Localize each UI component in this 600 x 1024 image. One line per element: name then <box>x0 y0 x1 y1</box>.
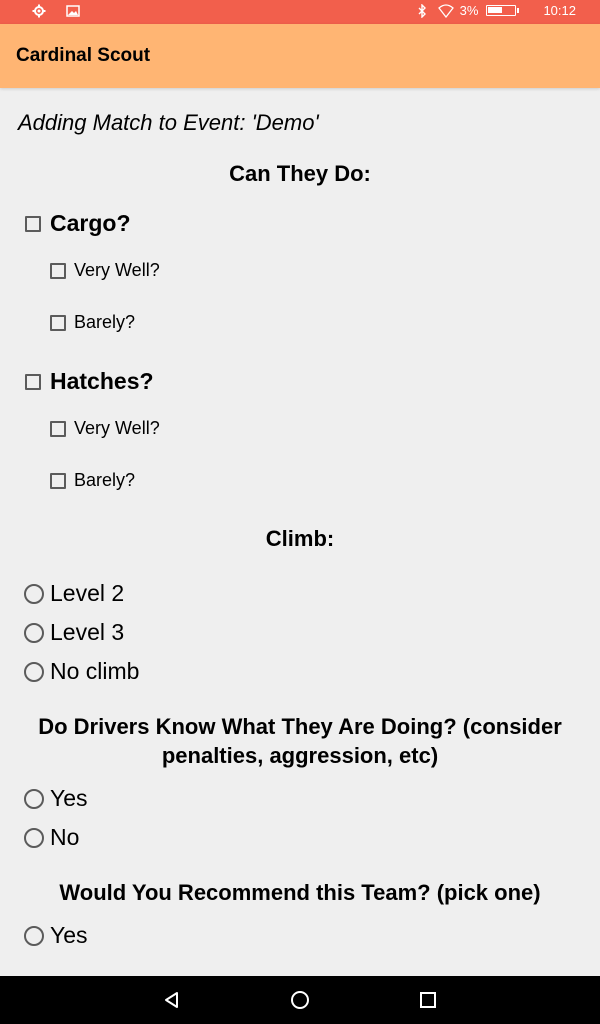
checkbox-box[interactable] <box>50 472 66 489</box>
form-content[interactable]: Adding Match to Event: 'Demo' Can They D… <box>0 88 600 976</box>
status-time: 10:12 <box>543 3 576 18</box>
climb-level-2-label: Level 2 <box>50 580 125 606</box>
wifi-icon <box>437 3 454 18</box>
drivers-no-radio[interactable]: No <box>24 824 79 851</box>
radio-circle[interactable] <box>24 622 44 643</box>
status-bar: 3% 10:12 <box>0 0 600 24</box>
checkbox-box[interactable] <box>50 262 66 279</box>
app-title: Cardinal Scout <box>16 45 151 66</box>
cargo-very-well-label: Very Well? <box>74 260 160 280</box>
climb-level-2-radio[interactable]: Level 2 <box>24 580 124 607</box>
recommend-yes-radio[interactable]: Yes <box>24 922 88 949</box>
hatches-barely-checkbox[interactable]: Barely? <box>50 470 135 491</box>
climb-level-3-radio[interactable]: Level 3 <box>24 619 124 646</box>
can-they-do-heading: Can They Do: <box>229 161 371 186</box>
hatches-checkbox[interactable]: Hatches? <box>25 368 154 395</box>
checkbox-box[interactable] <box>25 373 41 390</box>
recents-icon[interactable] <box>416 988 440 1012</box>
bluetooth-icon <box>416 2 430 19</box>
app-bar: Cardinal Scout <box>0 24 600 88</box>
cargo-barely-checkbox[interactable]: Barely? <box>50 312 135 333</box>
drivers-heading-line1: Do Drivers Know What They Are Doing? (co… <box>38 714 562 739</box>
radio-circle[interactable] <box>24 583 44 604</box>
hatches-very-well-label: Very Well? <box>74 418 160 438</box>
checkbox-box[interactable] <box>50 314 66 331</box>
radio-circle[interactable] <box>24 661 44 682</box>
nav-bar <box>0 976 600 1024</box>
event-subtitle: Adding Match to Event: 'Demo' <box>18 110 319 135</box>
recommend-yes-label: Yes <box>50 922 88 948</box>
radio-circle[interactable] <box>24 925 44 946</box>
climb-level-3-label: Level 3 <box>50 619 125 645</box>
recommend-heading: Would You Recommend this Team? (pick one… <box>59 880 541 905</box>
radio-circle[interactable] <box>24 827 44 848</box>
drivers-heading-line2: penalties, aggression, etc) <box>161 743 439 768</box>
climb-none-label: No climb <box>50 658 140 684</box>
drivers-yes-radio[interactable]: Yes <box>24 785 88 812</box>
hatches-very-well-checkbox[interactable]: Very Well? <box>50 418 160 439</box>
back-icon[interactable] <box>160 988 184 1012</box>
cargo-label: Cargo? <box>50 210 131 236</box>
drivers-no-label: No <box>50 824 80 850</box>
hatches-label: Hatches? <box>50 368 154 394</box>
climb-none-radio[interactable]: No climb <box>24 658 139 685</box>
settings-icon <box>32 4 46 18</box>
cargo-very-well-checkbox[interactable]: Very Well? <box>50 260 160 281</box>
home-icon[interactable] <box>288 988 312 1012</box>
battery-icon <box>486 5 520 16</box>
drivers-yes-label: Yes <box>50 785 88 811</box>
hatches-barely-label: Barely? <box>74 470 136 490</box>
checkbox-box[interactable] <box>50 420 66 437</box>
radio-circle[interactable] <box>24 788 44 809</box>
cargo-checkbox[interactable]: Cargo? <box>25 210 131 237</box>
checkbox-box[interactable] <box>25 215 41 232</box>
climb-heading: Climb: <box>265 526 335 551</box>
image-icon <box>66 4 80 18</box>
cargo-barely-label: Barely? <box>74 312 136 332</box>
battery-percent: 3% <box>459 3 479 18</box>
